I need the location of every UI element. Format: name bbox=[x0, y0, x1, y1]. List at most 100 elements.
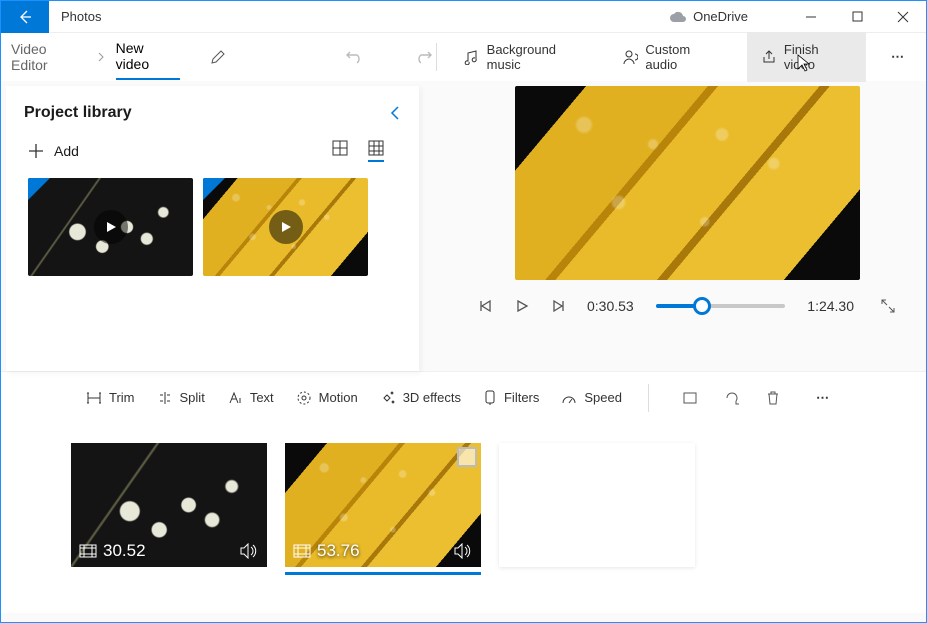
add-media-button[interactable]: Add bbox=[28, 143, 79, 159]
clip-1-duration: 30.52 bbox=[103, 541, 146, 561]
play-icon bbox=[280, 221, 292, 233]
storyboard-strip: 30.52 53.76 bbox=[1, 423, 926, 613]
delete-button[interactable] bbox=[766, 390, 780, 406]
storyboard-toolbar: Trim Split Text Motion 3D effects Filter… bbox=[1, 371, 926, 423]
separator bbox=[648, 384, 649, 412]
3d-effects-button[interactable]: 3D effects bbox=[380, 390, 461, 406]
grid-small-button[interactable] bbox=[368, 140, 384, 162]
speed-label: Speed bbox=[584, 390, 622, 405]
crop-icon bbox=[682, 391, 698, 405]
total-time: 1:24.30 bbox=[807, 298, 854, 314]
minimize-button[interactable] bbox=[788, 1, 834, 33]
trim-icon bbox=[86, 391, 102, 405]
close-icon bbox=[897, 11, 909, 23]
speaker-icon bbox=[239, 543, 257, 559]
prev-frame-button[interactable] bbox=[479, 299, 493, 313]
separator bbox=[436, 43, 437, 71]
text-button[interactable]: Text bbox=[227, 390, 274, 405]
back-button[interactable] bbox=[1, 1, 49, 33]
breadcrumb-root[interactable]: Video Editor bbox=[11, 41, 86, 73]
seek-bar[interactable] bbox=[656, 304, 786, 308]
rename-button[interactable] bbox=[210, 49, 226, 65]
minimize-icon bbox=[805, 11, 817, 23]
clip-1-audio[interactable] bbox=[239, 543, 257, 559]
breadcrumb: Video Editor New video bbox=[11, 34, 226, 80]
filters-label: Filters bbox=[504, 390, 539, 405]
music-icon bbox=[464, 49, 480, 65]
onedrive-status[interactable]: OneDrive bbox=[669, 9, 788, 24]
more-button[interactable]: ⋯ bbox=[881, 49, 916, 65]
grid-large-button[interactable] bbox=[332, 140, 348, 162]
next-frame-button[interactable] bbox=[551, 299, 565, 313]
chevron-left-icon bbox=[389, 105, 401, 121]
play-overlay[interactable] bbox=[94, 210, 128, 244]
split-label: Split bbox=[180, 390, 205, 405]
speed-icon bbox=[561, 391, 577, 405]
aspect-ratio-button[interactable] bbox=[682, 391, 698, 405]
grid-small-icon bbox=[368, 140, 384, 156]
custom-audio-button[interactable]: Custom audio bbox=[615, 34, 732, 80]
custom-audio-label: Custom audio bbox=[645, 42, 724, 72]
redo-icon bbox=[414, 49, 432, 65]
finish-video-button[interactable]: Finish video bbox=[747, 32, 866, 82]
project-library-panel: Project library Add bbox=[6, 86, 419, 371]
grid-large-icon bbox=[332, 140, 348, 156]
titlebar: Photos OneDrive bbox=[1, 1, 926, 33]
speaker-icon bbox=[453, 543, 471, 559]
trash-icon bbox=[766, 390, 780, 406]
seek-knob[interactable] bbox=[693, 297, 711, 315]
play-icon bbox=[105, 221, 117, 233]
close-button[interactable] bbox=[880, 1, 926, 33]
view-toggle bbox=[332, 140, 384, 162]
used-indicator-icon bbox=[28, 178, 50, 200]
step-back-icon bbox=[479, 299, 493, 313]
motion-button[interactable]: Motion bbox=[296, 390, 358, 406]
fullscreen-button[interactable] bbox=[880, 298, 896, 314]
play-overlay[interactable] bbox=[269, 210, 303, 244]
cursor-icon bbox=[797, 54, 811, 72]
text-label: Text bbox=[250, 390, 274, 405]
clip-1[interactable]: 30.52 bbox=[71, 443, 267, 567]
rotate-icon bbox=[724, 390, 740, 406]
split-icon bbox=[157, 391, 173, 405]
undo-redo-group bbox=[346, 49, 432, 65]
rotate-button[interactable] bbox=[724, 390, 740, 406]
used-indicator-icon bbox=[203, 178, 225, 200]
library-title: Project library bbox=[24, 104, 132, 122]
more-storyboard-button[interactable]: ⋯ bbox=[806, 390, 841, 406]
filters-button[interactable]: Filters bbox=[483, 390, 539, 406]
fullscreen-icon bbox=[880, 298, 896, 314]
arrow-left-icon bbox=[17, 9, 33, 25]
playback-controls: 0:30.53 1:24.30 bbox=[479, 298, 896, 314]
split-button[interactable]: Split bbox=[157, 390, 205, 405]
text-icon bbox=[227, 391, 243, 405]
3d-label: 3D effects bbox=[403, 390, 461, 405]
background-music-button[interactable]: Background music bbox=[456, 34, 600, 80]
maximize-icon bbox=[852, 11, 863, 22]
trim-button[interactable]: Trim bbox=[86, 390, 135, 405]
speed-button[interactable]: Speed bbox=[561, 390, 622, 405]
add-label: Add bbox=[54, 143, 79, 159]
collapse-library-button[interactable] bbox=[389, 105, 401, 121]
clip-2[interactable]: 53.76 bbox=[285, 443, 481, 567]
motion-icon bbox=[296, 390, 312, 406]
sparkle-icon bbox=[380, 390, 396, 406]
toolbar: Video Editor New video Background music … bbox=[1, 33, 926, 81]
maximize-button[interactable] bbox=[834, 1, 880, 33]
pencil-icon bbox=[210, 49, 226, 65]
undo-icon bbox=[346, 49, 364, 65]
empty-clip-slot[interactable] bbox=[499, 443, 695, 567]
onedrive-label: OneDrive bbox=[693, 9, 748, 24]
play-button[interactable] bbox=[515, 299, 529, 313]
preview-frame[interactable] bbox=[515, 86, 860, 280]
play-icon bbox=[515, 299, 529, 313]
motion-label: Motion bbox=[319, 390, 358, 405]
library-thumb-1[interactable] bbox=[28, 178, 193, 276]
undo-button[interactable] bbox=[346, 49, 364, 65]
redo-button[interactable] bbox=[414, 49, 432, 65]
library-thumb-2[interactable] bbox=[203, 178, 368, 276]
film-icon bbox=[293, 544, 311, 558]
breadcrumb-current[interactable]: New video bbox=[116, 40, 180, 80]
clip-2-audio[interactable] bbox=[453, 543, 471, 559]
selection-checkbox[interactable] bbox=[457, 447, 477, 467]
